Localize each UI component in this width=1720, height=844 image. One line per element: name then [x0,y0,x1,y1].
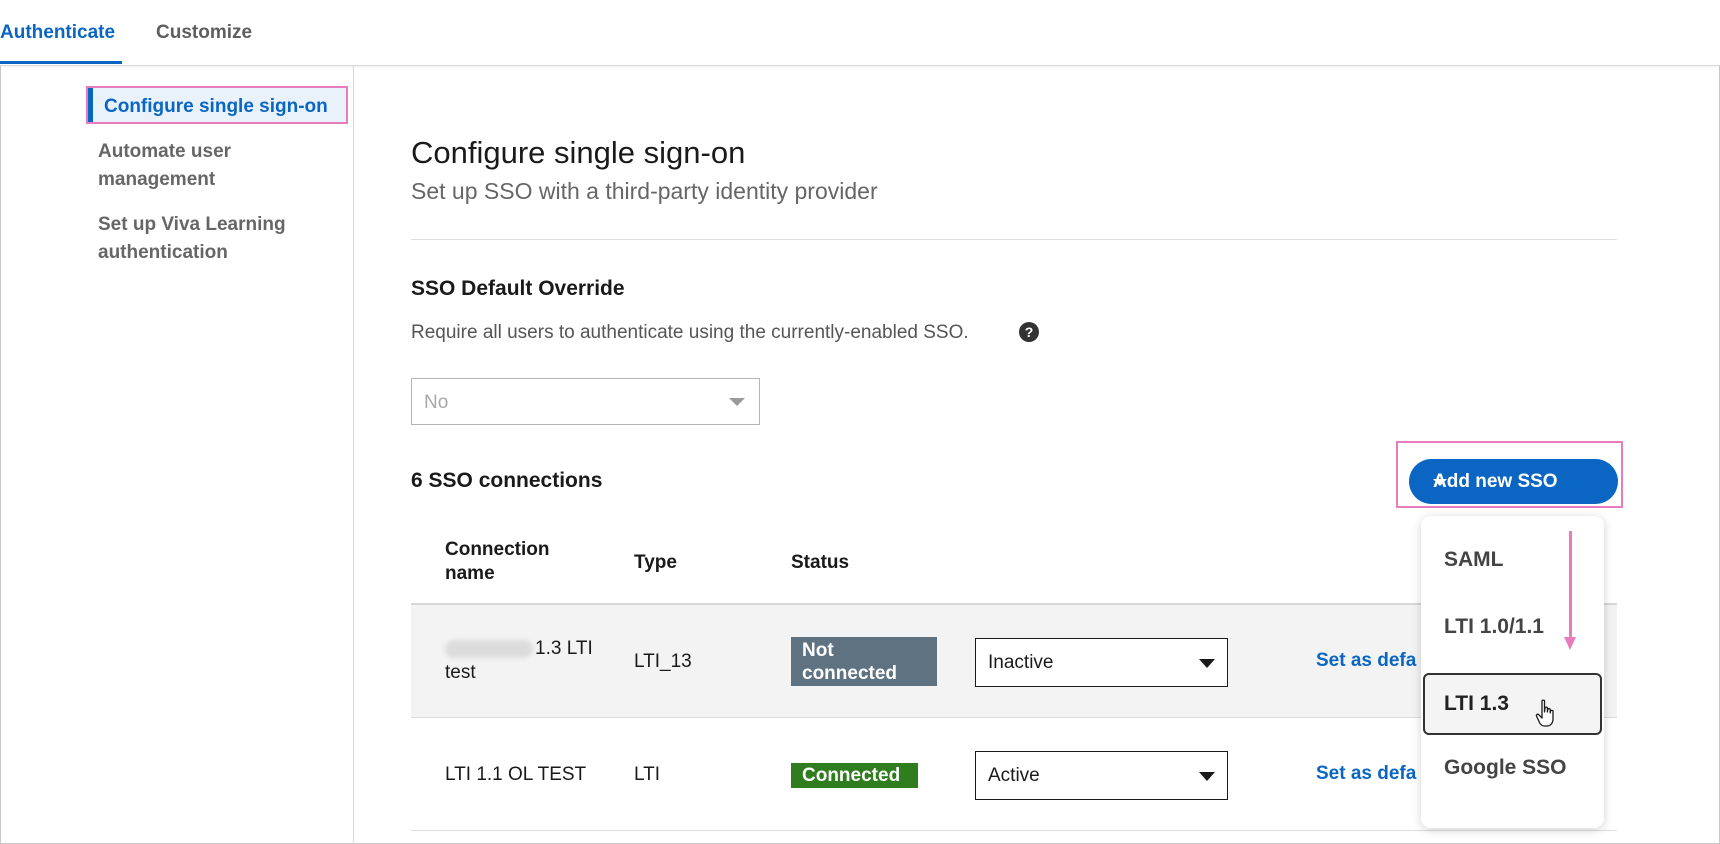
menu-item-label: Google SSO [1444,756,1567,779]
chevron-down-icon [1433,479,1447,486]
page-title: Configure single sign-on [411,135,746,170]
top-tab-bar: Authenticate Customize [0,0,1720,66]
connection-type: LTI_13 [634,651,692,672]
menu-item-label: LTI 1.0/1.1 [1444,615,1544,638]
sidebar-item-configure-sso[interactable]: Configure single sign-on [86,86,348,124]
redacted-text [445,639,533,658]
status-badge: Not connected [791,637,937,686]
set-as-default-link[interactable]: Set as defa [1316,763,1416,785]
column-header-type: Type [634,552,677,573]
connection-name: LTI 1.1 OL TEST [445,764,587,785]
sidebar-item-label: Configure single sign-on [104,96,328,117]
state-select-value: Inactive [988,652,1054,673]
active-tab-indicator [0,61,122,64]
state-select-value: Active [988,765,1040,786]
help-icon[interactable]: ? [1019,322,1039,342]
annotation-arrow-head [1564,637,1576,650]
sidebar-item-automate-user-management[interactable]: Automate user management [98,138,298,194]
menu-item-label: LTI 1.3 [1444,692,1509,715]
override-select-value: No [424,392,449,413]
tab-customize[interactable]: Customize [156,22,252,44]
connections-count: 6 SSO connections [411,469,603,492]
menu-item-saml[interactable]: SAML [1421,532,1604,589]
add-new-sso-button[interactable]: Add new SSO [1409,459,1618,504]
chevron-down-icon [729,398,745,406]
override-select[interactable]: No [411,378,760,425]
add-sso-dropdown-menu: SAML LTI 1.0/1.1 LTI 1.3 Google SSO [1421,516,1604,828]
tab-authenticate[interactable]: Authenticate [0,22,115,44]
annotation-arrow [1569,531,1572,639]
connection-state-select[interactable]: Active [975,751,1228,800]
section-divider [411,239,1617,240]
status-badge: Connected [791,763,918,788]
column-header-status: Status [791,552,850,573]
menu-item-lti-1-3[interactable]: LTI 1.3 [1423,673,1602,735]
active-item-bar [88,88,93,122]
connection-type: LTI [634,764,661,785]
set-as-default-link[interactable]: Set as defa [1316,650,1416,672]
hand-cursor-icon [1535,699,1554,727]
sidebar-item-viva-learning-auth[interactable]: Set up Viva Learning authentication [98,211,328,267]
menu-item-google-sso[interactable]: Google SSO [1421,740,1604,797]
chevron-down-icon [1199,659,1215,668]
connection-name-cell: 1.3 LTI test [445,637,605,685]
connection-state-select[interactable]: Inactive [975,638,1228,687]
override-section-title: SSO Default Override [411,277,625,300]
menu-item-lti-1-0-1-1[interactable]: LTI 1.0/1.1 [1421,599,1604,656]
override-description: Require all users to authenticate using … [411,322,969,343]
page-subtitle: Set up SSO with a third-party identity p… [411,178,878,204]
add-new-sso-label: Add new SSO [1433,471,1558,492]
menu-item-label: SAML [1444,548,1504,571]
chevron-down-icon [1199,772,1215,781]
column-header-connection-name: Connection name [445,539,550,584]
